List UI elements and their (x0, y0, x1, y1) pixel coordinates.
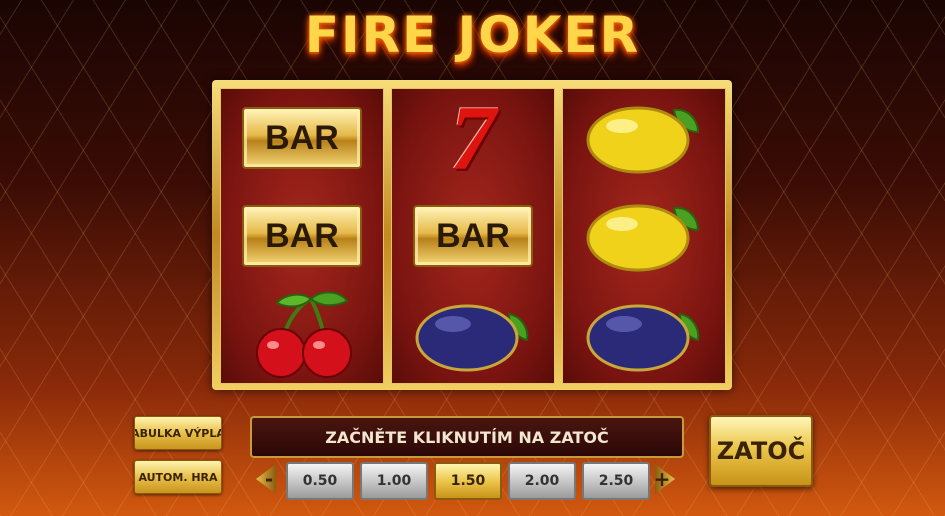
increase-stake-button[interactable]: + (655, 464, 675, 494)
reel-1: BAR BAR (220, 88, 384, 384)
reel-1-symbol-1: BAR (221, 89, 383, 187)
reel-2-symbol-3 (392, 285, 554, 383)
plum-icon (586, 304, 700, 372)
autoplay-button[interactable]: AUTOM. HRA (134, 460, 222, 494)
lemon-icon (586, 106, 700, 174)
bar-symbol: BAR (242, 205, 362, 267)
reel-frame: BAR BAR 7 BAR (212, 80, 732, 390)
stake-option-5[interactable]: 2.50 (582, 462, 650, 500)
stake-option-3-selected[interactable]: 1.50 (434, 462, 502, 500)
lemon-icon (586, 204, 700, 272)
reel-3 (562, 88, 726, 384)
game-title: FIRE JOKER (304, 6, 641, 64)
reel-3-symbol-3 (563, 285, 725, 383)
reel-1-symbol-2: BAR (221, 187, 383, 285)
reel-2: 7 BAR (391, 88, 555, 384)
bar-symbol: BAR (242, 107, 362, 169)
stake-option-1[interactable]: 0.50 (286, 462, 354, 500)
status-message: ZAČNĚTE KLIKNUTÍM NA ZATOČ (325, 427, 609, 447)
cherry-icon (256, 291, 352, 378)
plus-icon: + (653, 467, 671, 491)
message-panel: ZAČNĚTE KLIKNUTÍM NA ZATOČ (250, 416, 684, 458)
reel-3-symbol-1 (563, 89, 725, 187)
seven-symbol: 7 (450, 87, 496, 189)
reel-3-symbol-2 (563, 187, 725, 285)
stake-option-4[interactable]: 2.00 (508, 462, 576, 500)
reel-2-symbol-2: BAR (392, 187, 554, 285)
decrease-stake-button[interactable]: - (256, 464, 276, 494)
bar-symbol: BAR (413, 205, 533, 267)
reel-2-symbol-1: 7 (392, 89, 554, 187)
reel-1-symbol-3 (221, 285, 383, 383)
plum-icon (415, 304, 529, 372)
paytable-button[interactable]: TABULKA VÝPLAT (134, 416, 222, 450)
spin-button[interactable]: ZATOČ (709, 415, 813, 487)
minus-icon: - (264, 467, 274, 491)
stake-option-2[interactable]: 1.00 (360, 462, 428, 500)
